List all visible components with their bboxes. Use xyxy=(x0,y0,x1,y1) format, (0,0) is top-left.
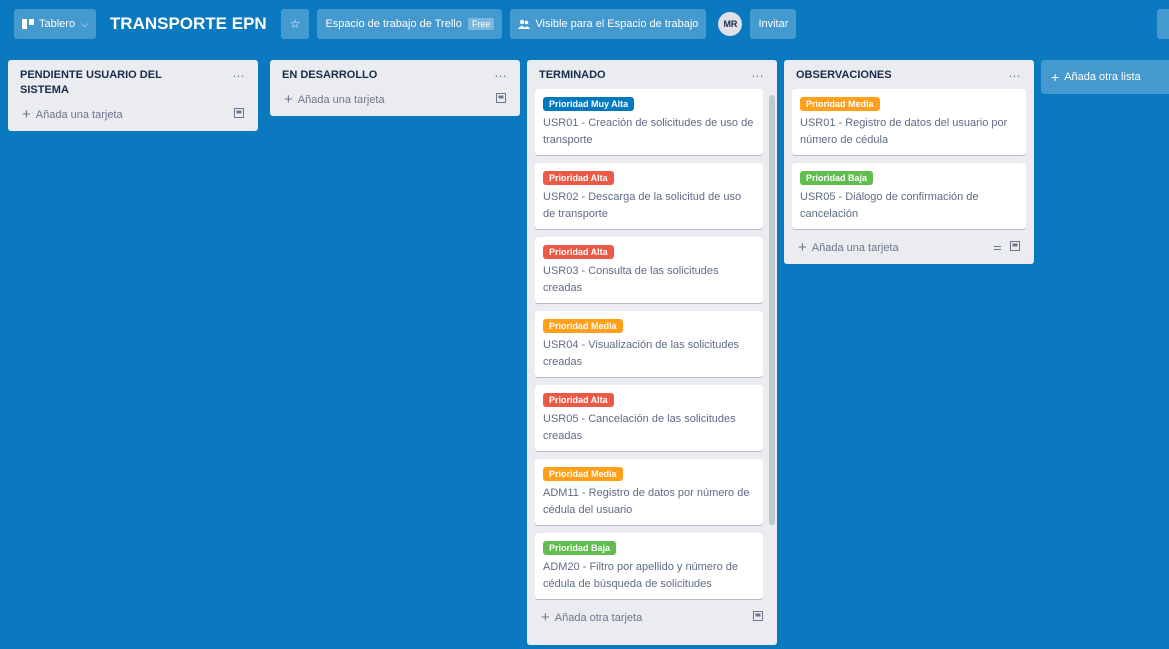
board-menu-button[interactable] xyxy=(1157,9,1169,39)
people-icon xyxy=(518,19,531,29)
list-item[interactable]: Prioridad Media ADM11 - Registro de dato… xyxy=(535,459,763,525)
list-item[interactable]: Prioridad Muy Alta USR01 - Creación de s… xyxy=(535,89,763,155)
add-list-button[interactable]: + Añada otra lista xyxy=(1041,60,1169,94)
chevron-down-icon: ⌵ xyxy=(81,18,88,29)
list-item[interactable]: Prioridad Alta USR02 - Descarga de la so… xyxy=(535,163,763,229)
card-title: USR01 - Registro de datos del usuario po… xyxy=(800,117,1008,146)
list-title[interactable]: TERMINADO xyxy=(539,68,606,83)
board-header: Tablero ⌵ TRANSPORTE EPN ☆ Espacio de tr… xyxy=(0,0,1169,48)
list-item[interactable]: Prioridad Media USR04 - Visualización de… xyxy=(535,311,763,377)
plus-icon: + xyxy=(798,238,807,256)
list-terminado: TERMINADO … Prioridad Muy Alta USR01 - C… xyxy=(527,60,777,645)
card-title: USR01 - Creación de solicitudes de uso d… xyxy=(543,117,754,146)
priority-label: Prioridad Alta xyxy=(543,245,614,259)
visibility-label: Visible para el Espacio de trabajo xyxy=(535,18,699,30)
priority-label: Prioridad Muy Alta xyxy=(543,97,635,111)
list-title[interactable]: OBSERVACIONES xyxy=(796,68,892,83)
plus-icon: + xyxy=(541,608,550,626)
board-icon xyxy=(22,19,34,29)
template-icon[interactable] xyxy=(234,108,244,121)
avatar[interactable]: MR xyxy=(718,12,743,36)
add-card-label: Añada una tarjeta xyxy=(35,108,123,121)
list-header: EN DESARROLLO … xyxy=(278,66,512,89)
template-icon[interactable] xyxy=(753,611,763,624)
invite-button[interactable]: Invitar xyxy=(750,9,797,39)
add-card-label: Añada una tarjeta xyxy=(811,241,899,254)
list-header: OBSERVACIONES … xyxy=(792,66,1026,89)
list-en-desarrollo: EN DESARROLLO … + Añada una tarjeta xyxy=(270,60,520,116)
list-menu-icon[interactable]: … xyxy=(1008,66,1022,79)
add-card-button[interactable]: + Añada otra tarjeta xyxy=(535,607,769,626)
priority-label: Prioridad Baja xyxy=(543,541,617,555)
list-menu-icon[interactable]: … xyxy=(494,66,508,79)
list-menu-icon[interactable]: … xyxy=(232,66,246,79)
priority-label: Prioridad Alta xyxy=(543,393,614,407)
card-title: USR04 - Visualización de las solicitudes… xyxy=(543,339,740,368)
list-menu-icon[interactable]: … xyxy=(751,66,765,79)
template-icon[interactable] xyxy=(496,93,506,106)
priority-label: Prioridad Media xyxy=(800,97,880,111)
visibility-button[interactable]: Visible para el Espacio de trabajo xyxy=(510,9,707,39)
list-item[interactable]: Prioridad Baja USR05 - Diálogo de confir… xyxy=(792,163,1026,229)
priority-label: Prioridad Baja xyxy=(800,171,874,185)
scrollbar-thumb[interactable] xyxy=(769,95,775,525)
template-icon[interactable] xyxy=(1010,241,1020,254)
card-list: Prioridad Muy Alta USR01 - Creación de s… xyxy=(535,89,763,599)
priority-label: Prioridad Alta xyxy=(543,171,614,185)
drag-handle-icon[interactable]: ⚌ xyxy=(993,242,1002,253)
add-card-label: Añada una tarjeta xyxy=(297,93,385,106)
add-card-button[interactable]: + Añada una tarjeta xyxy=(16,104,250,123)
plus-icon: + xyxy=(22,105,31,123)
card-title: USR05 - Diálogo de confirmación de cance… xyxy=(800,191,979,220)
list-header: TERMINADO … xyxy=(535,66,769,89)
add-card-button[interactable]: + Añada una tarjeta ⚌ xyxy=(792,237,1026,256)
star-icon: ☆ xyxy=(289,17,301,31)
list-header: PENDIENTE USUARIO DEL SISTEMA … xyxy=(16,66,250,104)
list-item[interactable]: Prioridad Baja ADM20 - Filtro por apelli… xyxy=(535,533,763,599)
list-observaciones: OBSERVACIONES … Prioridad Media USR01 - … xyxy=(784,60,1034,264)
priority-label: Prioridad Media xyxy=(543,319,623,333)
list-item[interactable]: Prioridad Media USR01 - Registro de dato… xyxy=(792,89,1026,155)
workspace-plan-badge: Free xyxy=(467,18,495,30)
star-button[interactable]: ☆ xyxy=(280,9,310,39)
list-title[interactable]: PENDIENTE USUARIO DEL SISTEMA xyxy=(20,68,170,98)
add-list-label: Añada otra lista xyxy=(1064,71,1141,83)
workspace-label: Espacio de trabajo de Trello xyxy=(325,18,462,30)
list-title[interactable]: EN DESARROLLO xyxy=(282,68,377,83)
priority-label: Prioridad Media xyxy=(543,467,623,481)
card-title: ADM20 - Filtro por apellido y número de … xyxy=(543,561,739,590)
list-item[interactable]: Prioridad Alta USR03 - Consulta de las s… xyxy=(535,237,763,303)
board-switcher-button[interactable]: Tablero ⌵ xyxy=(14,9,96,39)
list-pendiente: PENDIENTE USUARIO DEL SISTEMA … + Añada u… xyxy=(8,60,258,131)
card-title: USR02 - Descarga de la solicitud de uso … xyxy=(543,191,742,220)
add-card-label: Añada otra tarjeta xyxy=(554,611,643,624)
board-title[interactable]: TRANSPORTE EPN xyxy=(104,9,273,39)
card-title: USR03 - Consulta de las solicitudes crea… xyxy=(543,265,719,294)
add-card-button[interactable]: + Añada una tarjeta xyxy=(278,89,512,108)
card-title: ADM11 - Registro de datos por número de … xyxy=(543,487,750,516)
board-switcher-label: Tablero xyxy=(39,18,76,30)
plus-icon: + xyxy=(284,90,293,108)
list-item[interactable]: Prioridad Alta USR05 - Cancelación de la… xyxy=(535,385,763,451)
plus-icon: + xyxy=(1051,69,1060,85)
workspace-button[interactable]: Espacio de trabajo de Trello Free xyxy=(317,9,503,39)
list-scrollbar[interactable] xyxy=(769,95,775,615)
card-title: USR05 - Cancelación de las solicitudes c… xyxy=(543,413,736,442)
